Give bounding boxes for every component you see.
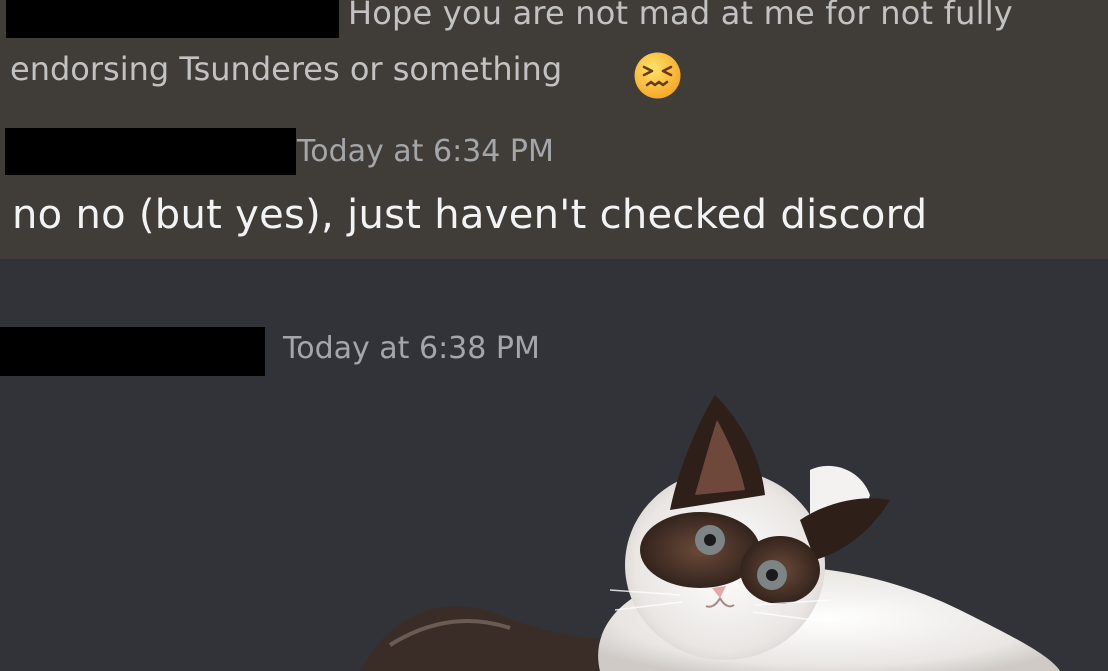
message-text: no no (but yes), just haven't checked di… xyxy=(12,192,928,238)
message-timestamp: Today at 6:34 PM xyxy=(297,134,554,169)
message-timestamp: Today at 6:38 PM xyxy=(283,331,540,366)
reply-message-line-1: Hope you are not mad at me for not fully xyxy=(348,0,1013,32)
redacted-username xyxy=(0,327,265,376)
reply-message-line-2: endorsing Tsunderes or something xyxy=(10,50,563,88)
confounded-face-emoji-icon xyxy=(634,52,681,99)
chat-view: Hope you are not mad at me for not fully… xyxy=(0,0,1108,671)
cat-image-attachment[interactable] xyxy=(360,390,1080,671)
redacted-username xyxy=(6,0,339,38)
redacted-username xyxy=(5,128,296,175)
